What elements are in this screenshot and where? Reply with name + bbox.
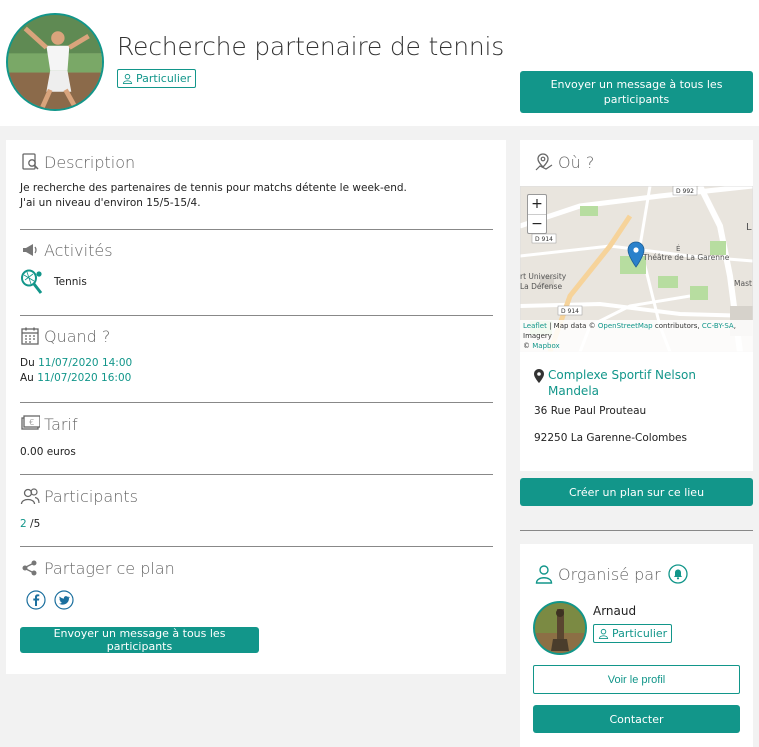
venue-street: 36 Rue Paul Prouteau <box>534 405 647 417</box>
organizer-type-badge: Particulier <box>593 624 673 643</box>
description-title: Description <box>44 152 136 172</box>
venue-city: 92250 La Garenne-Colombes <box>534 432 687 444</box>
divider <box>20 546 493 547</box>
attribution-text: | Map data © <box>546 322 598 330</box>
road-label: D 914 <box>535 236 553 243</box>
when-dates: Du 11/07/2020 14:00 Au 11/07/2020 16:00 <box>20 356 493 386</box>
share-message-all-button[interactable]: Envoyer un message à tous les participan… <box>20 627 259 653</box>
osm-link[interactable]: OpenStreetMap <box>598 322 653 330</box>
location-pin-icon <box>534 369 544 383</box>
organizer-name: Arnaud <box>593 604 637 618</box>
venue: Complexe Sportif Nelson Mandela <box>534 367 739 399</box>
to-prefix: Au <box>20 372 34 384</box>
price-value: 0.00 euros <box>20 446 76 458</box>
organizer-title: Organisé par <box>558 564 661 584</box>
divider <box>20 229 493 230</box>
user-icon <box>122 73 133 84</box>
share-buttons <box>26 590 493 610</box>
create-plan-here-button[interactable]: Créer un plan sur ce lieu <box>520 478 753 506</box>
when-title: Quand ? <box>44 326 111 346</box>
activity-label: Tennis <box>54 275 87 288</box>
mapbox-link[interactable]: Mapbox <box>532 342 559 350</box>
twitter-icon[interactable] <box>54 590 74 610</box>
description-line: Je recherche des partenaires de tennis p… <box>20 182 407 194</box>
description-section: Description Je recherche des partenaires… <box>20 152 493 211</box>
divider <box>520 530 753 531</box>
place-label: La Défense <box>520 282 562 291</box>
view-profile-button[interactable]: Voir le profil <box>533 665 740 694</box>
bell-icon[interactable] <box>668 564 688 584</box>
activities-section: Activités Tennis <box>20 240 493 295</box>
zoom-out-button[interactable]: − <box>528 214 546 233</box>
participants-title: Participants <box>44 486 138 506</box>
where-header: Où ? <box>534 152 594 172</box>
zoom-in-button[interactable]: + <box>528 195 546 214</box>
road-label: D 992 <box>676 188 694 195</box>
users-icon <box>20 488 40 505</box>
place-label: L <box>746 222 752 233</box>
leaflet-link[interactable]: Leaflet <box>523 322 547 330</box>
organizer-avatar[interactable] <box>533 601 587 655</box>
share-icon <box>22 560 37 576</box>
participants-count-link[interactable]: 2 <box>20 518 27 530</box>
road-label: D 914 <box>561 308 579 315</box>
participants-section: Participants 2 /5 <box>20 486 493 532</box>
calendar-icon <box>21 327 39 345</box>
participants-max: /5 <box>30 518 41 530</box>
activity-item: Tennis <box>20 269 493 295</box>
description-text: Je recherche des partenaires de tennis p… <box>20 181 493 211</box>
user-type-badge: Particulier <box>117 69 197 88</box>
organizer-card: Organisé par Arnaud Particulier Voir le … <box>520 544 753 747</box>
map-pin-icon <box>535 153 553 171</box>
plan-avatar <box>6 13 104 111</box>
plan-details-card: Description Je recherche des partenaires… <box>6 140 506 674</box>
attribution-text: © <box>523 342 533 350</box>
user-type-label: Particulier <box>136 72 192 85</box>
divider <box>20 474 493 475</box>
when-section: Quand ? Du 11/07/2020 14:00 Au 11/07/202… <box>20 326 493 386</box>
search-document-icon <box>22 153 39 170</box>
place-label: Théâtre de La Garenne <box>642 253 730 262</box>
divider <box>20 315 493 316</box>
megaphone-icon <box>23 244 37 256</box>
place-label: Mast <box>734 279 752 288</box>
svg-text:€: € <box>29 418 34 427</box>
end-date-link[interactable]: 11/07/2020 16:00 <box>37 372 131 384</box>
share-title: Partager ce plan <box>44 558 175 578</box>
page-title: Recherche partenaire de tennis <box>117 32 505 61</box>
price-title: Tarif <box>44 414 78 434</box>
user-icon <box>535 565 553 584</box>
euro-note-icon: € <box>21 415 40 430</box>
location-map[interactable]: D 992 D 914 D 914 Théâtre de La Garenne … <box>520 186 753 352</box>
organizer-type-label: Particulier <box>612 627 668 640</box>
where-title: Où ? <box>558 152 595 172</box>
participants-count: 2 /5 <box>20 517 493 532</box>
contact-button[interactable]: Contacter <box>533 705 740 733</box>
venue-name-link[interactable]: Complexe Sportif Nelson Mandela <box>548 367 739 399</box>
description-line: J'ai un niveau d'environ 15/5-15/4. <box>20 197 201 209</box>
message-all-participants-button[interactable]: Envoyer un message à tous les participan… <box>520 71 753 113</box>
facebook-icon[interactable] <box>26 590 46 610</box>
share-section: Partager ce plan Envoyer un message à to… <box>20 558 493 654</box>
license-link[interactable]: CC-BY-SA <box>702 322 734 330</box>
from-prefix: Du <box>20 357 35 369</box>
activities-title: Activités <box>44 240 113 260</box>
start-date-link[interactable]: 11/07/2020 14:00 <box>38 357 132 369</box>
page-header: Recherche partenaire de tennis Particuli… <box>0 0 759 126</box>
price-section: € Tarif 0.00 euros <box>20 414 493 460</box>
user-icon <box>598 628 609 639</box>
tennis-racket-icon <box>21 269 43 294</box>
map-attribution: Leaflet | Map data © OpenStreetMap contr… <box>520 320 753 352</box>
location-card: Où ? D 992 D 914 D 914 Théâtre de La Gar… <box>520 140 753 471</box>
attribution-text: contributors, <box>652 322 702 330</box>
divider <box>20 402 493 403</box>
place-label: rt University <box>520 272 567 281</box>
map-zoom-control: + − <box>527 194 547 234</box>
organizer-header: Organisé par <box>534 564 688 584</box>
place-label: É <box>676 244 680 253</box>
